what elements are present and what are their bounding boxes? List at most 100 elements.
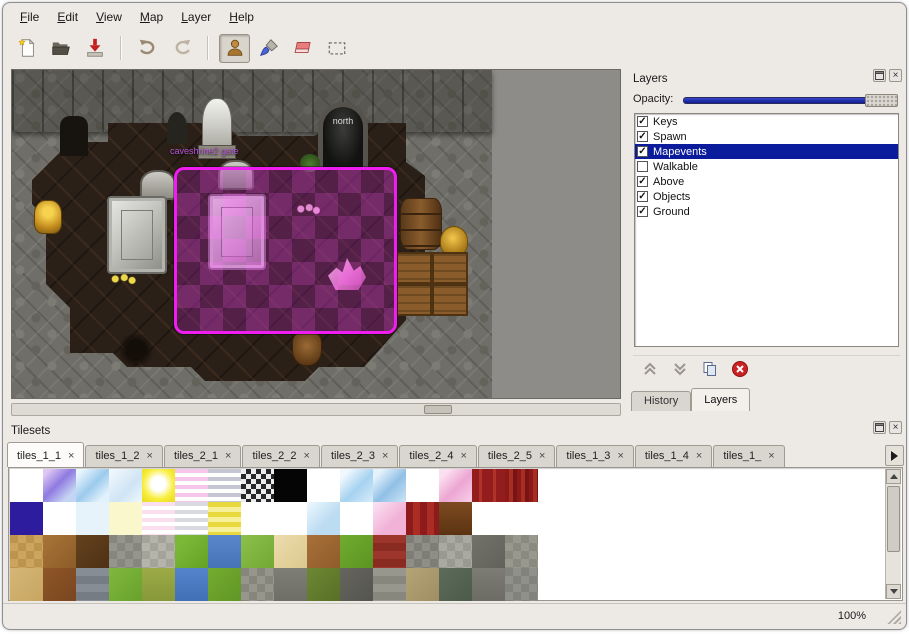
eraser-tool-button[interactable]: [287, 34, 318, 63]
layer-visible-checkbox[interactable]: ✓: [637, 131, 648, 142]
palette-tile[interactable]: [76, 469, 109, 502]
duplicate-layer-button[interactable]: [699, 359, 721, 379]
tileset-tab-tiles_1_[interactable]: tiles_1_×: [713, 445, 784, 467]
palette-tile[interactable]: [142, 469, 175, 502]
palette-tile[interactable]: [76, 502, 109, 535]
palette-tile[interactable]: [274, 502, 307, 535]
map-horizontal-scrollbar[interactable]: [11, 403, 621, 416]
palette-tile[interactable]: [307, 469, 340, 502]
new-file-button[interactable]: [11, 34, 42, 63]
tile-palette[interactable]: [8, 467, 903, 601]
open-file-button[interactable]: [45, 34, 76, 63]
tileset-tab-tiles_2_5[interactable]: tiles_2_5×: [478, 445, 555, 467]
palette-tile[interactable]: [175, 568, 208, 601]
palette-tile[interactable]: [43, 502, 76, 535]
redo-button[interactable]: [166, 34, 197, 63]
palette-tile[interactable]: [142, 568, 175, 601]
tab-close-icon[interactable]: ×: [539, 451, 545, 461]
palette-tile[interactable]: [406, 469, 439, 502]
palette-tile[interactable]: [175, 469, 208, 502]
layer-list[interactable]: ✓Keys✓Spawn✓MapeventsWalkable✓Above✓Obje…: [634, 113, 899, 347]
layer-visible-checkbox[interactable]: ✓: [637, 191, 648, 202]
tileset-tab-tiles_1_1[interactable]: tiles_1_1×: [7, 442, 84, 467]
layer-row-above[interactable]: ✓Above: [635, 174, 898, 189]
palette-tile[interactable]: [241, 502, 274, 535]
float-panel-button[interactable]: [873, 421, 886, 434]
palette-tile[interactable]: [439, 568, 472, 601]
tileset-tab-tiles_2_4[interactable]: tiles_2_4×: [399, 445, 476, 467]
stamp-tool-button[interactable]: [219, 34, 250, 63]
palette-tile[interactable]: [505, 469, 538, 502]
tab-close-icon[interactable]: ×: [68, 451, 74, 461]
palette-tile[interactable]: [208, 469, 241, 502]
layer-visible-checkbox[interactable]: [637, 161, 648, 172]
palette-tile[interactable]: [406, 568, 439, 601]
opacity-slider[interactable]: [683, 94, 898, 107]
palette-tile[interactable]: [241, 469, 274, 502]
palette-tile[interactable]: [439, 502, 472, 535]
palette-tile[interactable]: [406, 535, 439, 568]
menu-view[interactable]: View: [87, 7, 131, 27]
palette-tile[interactable]: [43, 568, 76, 601]
tab-close-icon[interactable]: ×: [225, 451, 231, 461]
palette-tile[interactable]: [472, 502, 505, 535]
palette-tile[interactable]: [340, 535, 373, 568]
layer-visible-checkbox[interactable]: ✓: [637, 146, 648, 157]
resize-grip[interactable]: [887, 610, 901, 624]
tab-history[interactable]: History: [631, 391, 691, 411]
palette-tile[interactable]: [142, 502, 175, 535]
tab-close-icon[interactable]: ×: [382, 451, 388, 461]
menu-edit[interactable]: Edit: [48, 7, 87, 27]
palette-tile[interactable]: [10, 469, 43, 502]
palette-tile[interactable]: [340, 502, 373, 535]
opacity-slider-handle[interactable]: [865, 94, 898, 107]
palette-tile[interactable]: [274, 469, 307, 502]
palette-tile[interactable]: [10, 535, 43, 568]
tab-close-icon[interactable]: ×: [460, 451, 466, 461]
layer-row-objects[interactable]: ✓Objects: [635, 189, 898, 204]
map-selection-rectangle[interactable]: [174, 167, 397, 334]
scrollbar-thumb[interactable]: [424, 405, 452, 414]
palette-tile[interactable]: [208, 502, 241, 535]
palette-tile[interactable]: [208, 568, 241, 601]
palette-tile[interactable]: [274, 568, 307, 601]
menu-layer[interactable]: Layer: [172, 7, 220, 27]
delete-layer-button[interactable]: [729, 359, 751, 379]
palette-tile[interactable]: [76, 535, 109, 568]
palette-tile[interactable]: [307, 568, 340, 601]
palette-tile[interactable]: [472, 535, 505, 568]
layer-visible-checkbox[interactable]: ✓: [637, 176, 648, 187]
tab-close-icon[interactable]: ×: [696, 451, 702, 461]
close-panel-button[interactable]: ×: [889, 421, 902, 434]
palette-tile[interactable]: [241, 568, 274, 601]
menu-help[interactable]: Help: [220, 7, 263, 27]
palette-tile[interactable]: [439, 469, 472, 502]
palette-tile[interactable]: [10, 502, 43, 535]
palette-vertical-scrollbar[interactable]: [885, 469, 901, 599]
tab-close-icon[interactable]: ×: [617, 451, 623, 461]
tab-scroll-right-button[interactable]: [885, 445, 904, 466]
layer-row-walkable[interactable]: Walkable: [635, 159, 898, 174]
tileset-tab-tiles_2_1[interactable]: tiles_2_1×: [164, 445, 241, 467]
palette-tile[interactable]: [340, 568, 373, 601]
palette-tile[interactable]: [373, 469, 406, 502]
undo-button[interactable]: [132, 34, 163, 63]
tab-layers[interactable]: Layers: [691, 388, 750, 411]
palette-tile[interactable]: [307, 502, 340, 535]
tab-close-icon[interactable]: ×: [147, 451, 153, 461]
close-panel-button[interactable]: ×: [889, 69, 902, 82]
palette-tile[interactable]: [43, 469, 76, 502]
palette-tile[interactable]: [373, 568, 406, 601]
layer-visible-checkbox[interactable]: ✓: [637, 116, 648, 127]
float-panel-button[interactable]: [873, 69, 886, 82]
map-canvas[interactable]: north caveshrine2 gate: [11, 69, 621, 399]
palette-tile[interactable]: [10, 568, 43, 601]
palette-tile[interactable]: [109, 469, 142, 502]
palette-tile[interactable]: [76, 568, 109, 601]
tab-close-icon[interactable]: ×: [304, 451, 310, 461]
palette-tile[interactable]: [43, 535, 76, 568]
lower-layer-button[interactable]: [669, 359, 691, 379]
palette-tile[interactable]: [175, 535, 208, 568]
layer-row-spawn[interactable]: ✓Spawn: [635, 129, 898, 144]
layer-visible-checkbox[interactable]: ✓: [637, 206, 648, 217]
